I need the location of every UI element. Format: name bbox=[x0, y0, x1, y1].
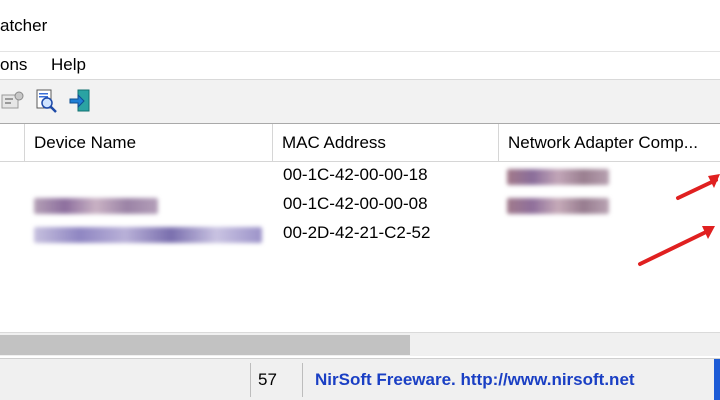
redacted-device-name bbox=[34, 227, 262, 243]
mac-address-cell: 00-1C-42-00-00-18 bbox=[283, 165, 428, 184]
device-list: 00-1C-42-00-00-18 00-1C-42-00-00-08 00-2… bbox=[0, 162, 720, 332]
toolbar bbox=[0, 80, 720, 124]
table-row[interactable]: 00-1C-42-00-00-08 bbox=[0, 191, 720, 220]
column-device-name[interactable]: Device Name bbox=[24, 124, 272, 162]
status-link-cell: NirSoft Freeware. http://www.nirsoft.net bbox=[302, 363, 714, 397]
search-icon[interactable] bbox=[33, 88, 59, 114]
status-empty-cell bbox=[0, 363, 250, 397]
annotation-arrows bbox=[638, 174, 720, 266]
properties-icon[interactable] bbox=[0, 88, 26, 114]
nirsoft-link[interactable]: NirSoft Freeware. http://www.nirsoft.net bbox=[315, 370, 635, 389]
menu-bar: ons Help bbox=[0, 52, 720, 80]
redacted-adapter-company bbox=[507, 169, 609, 185]
mac-address-cell: 00-2D-42-21-C2-52 bbox=[283, 223, 431, 242]
exit-icon[interactable] bbox=[67, 88, 93, 114]
redacted-device-name bbox=[34, 198, 158, 214]
column-adapter-company[interactable]: Network Adapter Comp... bbox=[498, 124, 720, 162]
table-row[interactable]: 00-1C-42-00-00-18 bbox=[0, 162, 720, 191]
horizontal-scrollbar[interactable] bbox=[0, 332, 720, 356]
redacted-adapter-company bbox=[507, 198, 609, 214]
status-count: 57 bbox=[250, 363, 302, 397]
window-edge bbox=[714, 359, 720, 400]
menu-options[interactable]: ons bbox=[0, 55, 27, 75]
status-bar: 57 NirSoft Freeware. http://www.nirsoft.… bbox=[0, 358, 720, 400]
menu-help[interactable]: Help bbox=[51, 55, 86, 75]
title-bar: atcher bbox=[0, 0, 720, 52]
table-row[interactable]: 00-2D-42-21-C2-52 bbox=[0, 220, 720, 249]
mac-address-cell: 00-1C-42-00-00-08 bbox=[283, 194, 428, 213]
scrollbar-thumb[interactable] bbox=[0, 335, 410, 355]
window-title: atcher bbox=[0, 16, 48, 35]
column-header: Device Name MAC Address Network Adapter … bbox=[0, 124, 720, 162]
column-mac-address[interactable]: MAC Address bbox=[272, 124, 498, 162]
